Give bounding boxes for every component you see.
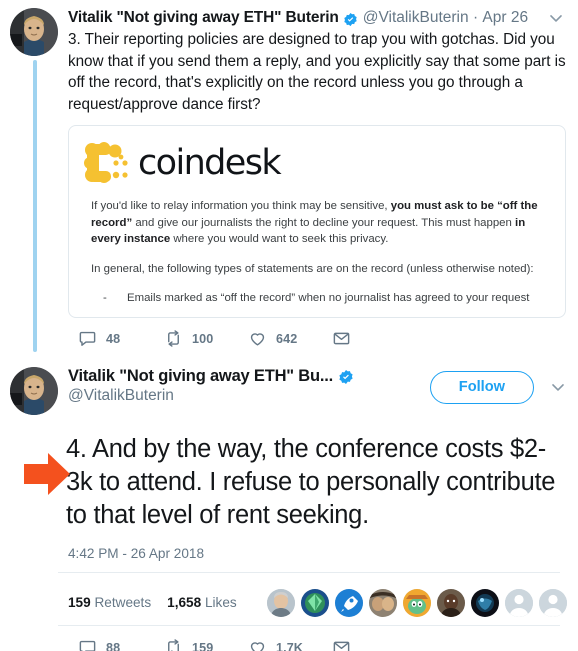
tweet-2-timestamp[interactable]: 4:42 PM - 26 Apr 2018	[10, 532, 568, 561]
retweets-stat-label: Retweets	[94, 595, 152, 610]
liker-avatar-3[interactable]	[334, 588, 363, 617]
tweet-2-text: 4. And by the way, the conference costs …	[66, 435, 556, 529]
tweet-2-stats-row: 159 Retweets 1,658 Likes	[10, 573, 568, 621]
like-button[interactable]: 642	[248, 329, 332, 348]
tweet-1-date[interactable]: Apr 26	[482, 9, 528, 26]
tweet-1-display-name[interactable]: Vitalik "Not giving away ETH" Buterin	[68, 9, 339, 27]
orange-arrow-annotation-icon	[22, 451, 72, 497]
liker-avatar-4[interactable]	[368, 588, 397, 617]
reply-icon	[78, 638, 97, 651]
avatar[interactable]	[10, 8, 58, 56]
liker-avatar-9-default[interactable]	[538, 588, 567, 617]
retweets-stat[interactable]: 159 Retweets	[68, 595, 151, 610]
reply-count: 48	[106, 331, 121, 346]
chevron-down-icon[interactable]	[546, 8, 566, 28]
retweet-count: 159	[192, 640, 214, 651]
liker-avatar-6[interactable]	[436, 588, 465, 617]
coindesk-wordmark: coindesk	[138, 142, 282, 183]
retweet-button[interactable]: 159	[164, 638, 248, 651]
tweet-1-text: 3. Their reporting policies are designed…	[68, 31, 566, 113]
retweet-count: 100	[192, 331, 214, 346]
heart-icon	[248, 329, 267, 348]
liker-avatar-1[interactable]	[266, 588, 295, 617]
liker-avatar-5[interactable]	[402, 588, 431, 617]
tweet-1-header: Vitalik "Not giving away ETH" Buterin @V…	[68, 8, 566, 28]
retweets-stat-count: 159	[68, 595, 91, 610]
avatar[interactable]	[10, 367, 58, 415]
tweet-2-display-name[interactable]: Vitalik "Not giving away ETH" Bu...	[68, 367, 333, 386]
thread-connector-line	[33, 60, 37, 352]
direct-message-button[interactable]	[332, 329, 351, 348]
likes-stat-label: Likes	[204, 595, 237, 610]
reply-button[interactable]: 88	[78, 638, 164, 651]
tweet-thread-page: Vitalik "Not giving away ETH" Buterin @V…	[0, 0, 578, 651]
envelope-icon	[332, 638, 351, 651]
liker-avatar-8-default[interactable]	[504, 588, 533, 617]
tweet-1-separator: ·	[472, 9, 479, 26]
reply-count: 88	[106, 640, 121, 651]
verified-badge-icon	[338, 369, 354, 385]
liker-avatar-7[interactable]	[470, 588, 499, 617]
liker-avatars	[266, 588, 573, 617]
like-button[interactable]: 1.7K	[248, 638, 332, 651]
like-count: 642	[276, 331, 298, 346]
card-p1-part2: and give our journalists the right to de…	[132, 216, 516, 229]
follow-button[interactable]: Follow	[429, 371, 534, 404]
like-count: 1.7K	[276, 640, 304, 651]
reply-icon	[78, 329, 97, 348]
retweet-icon	[164, 329, 183, 348]
retweet-icon	[164, 638, 183, 651]
direct-message-button[interactable]	[332, 638, 351, 651]
card-bullet-dash: -	[103, 292, 107, 304]
tweet-1-action-bar: 48 100 642	[10, 318, 568, 361]
card-paragraph-1: If you'd like to relay information you t…	[91, 198, 543, 248]
card-paragraph-2: In general, the following types of state…	[91, 262, 534, 275]
envelope-icon	[332, 329, 351, 348]
retweet-button[interactable]: 100	[164, 329, 248, 348]
tweet-2-handle[interactable]: @VitalikButerin	[68, 387, 430, 405]
card-p1-part3: where you would want to seek this privac…	[170, 233, 389, 245]
liker-avatar-2[interactable]	[300, 588, 329, 617]
likes-stat[interactable]: 1,658 Likes	[167, 595, 237, 610]
tweet-2-action-bar: 88 159 1.7K	[10, 626, 568, 651]
card-bullet-item: - Emails marked as “off the record” when…	[91, 290, 543, 307]
coindesk-dots-logo-icon	[83, 142, 129, 184]
tweet-1-avatar-column	[10, 8, 68, 352]
card-bullet-text: Emails marked as “off the record” when n…	[127, 292, 530, 304]
tweet-1-handle[interactable]: @VitalikButerin	[363, 9, 469, 27]
verified-badge-icon	[343, 12, 358, 27]
link-preview-card[interactable]: coindesk If you'd like to relay informat…	[68, 125, 566, 318]
likes-stat-count: 1,658	[167, 595, 202, 610]
chevron-down-icon[interactable]	[548, 377, 568, 397]
card-p1-part1: If you'd like to relay information you t…	[91, 200, 391, 212]
tweet-2: Vitalik "Not giving away ETH" Bu... @Vit…	[0, 361, 578, 651]
heart-icon	[248, 638, 267, 651]
tweet-1: Vitalik "Not giving away ETH" Buterin @V…	[0, 0, 578, 361]
reply-button[interactable]: 48	[78, 329, 164, 348]
